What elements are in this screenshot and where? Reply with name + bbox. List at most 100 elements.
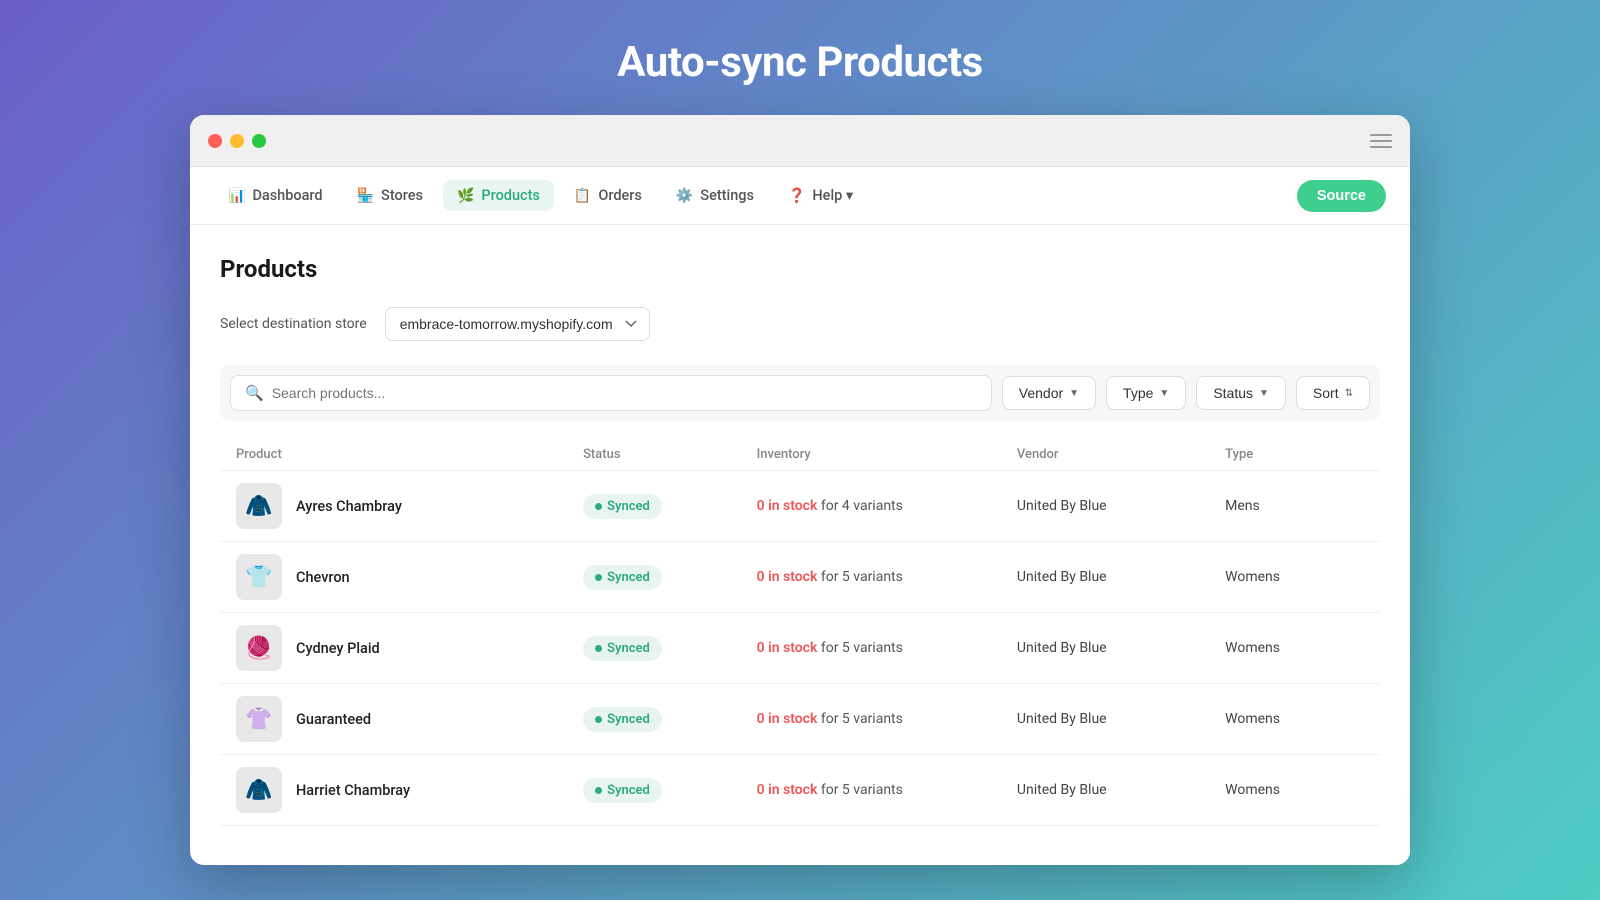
filters-row: 🔍 Vendor ▼ Type ▼ Status ▼ Sort ⇅ — [220, 365, 1380, 421]
nav-settings-label: Settings — [700, 187, 754, 204]
inventory-rest: for 5 variants — [821, 782, 903, 798]
sort-button[interactable]: Sort ⇅ — [1296, 376, 1370, 410]
type-cell: Mens — [1225, 498, 1364, 514]
nav-products[interactable]: 🌿 Products — [443, 180, 554, 211]
product-name: Ayres Chambray — [296, 498, 402, 515]
product-cell: 👕 Chevron — [236, 554, 583, 600]
col-status: Status — [583, 447, 757, 462]
type-cell: Womens — [1225, 711, 1364, 727]
traffic-lights — [208, 134, 266, 148]
status-cell: Synced — [583, 636, 757, 661]
inventory-rest: for 5 variants — [821, 640, 903, 656]
inventory-cell: 0 in stock for 5 variants — [757, 782, 1017, 798]
vendor-cell: United By Blue — [1017, 498, 1225, 514]
sort-label: Sort — [1313, 385, 1339, 401]
nav-orders-label: Orders — [598, 187, 642, 204]
maximize-button[interactable] — [252, 134, 266, 148]
product-cell: 🧥 Harriet Chambray — [236, 767, 583, 813]
vendor-cell: United By Blue — [1017, 782, 1225, 798]
help-icon: ❓ — [788, 188, 805, 204]
status-label: Synced — [607, 499, 650, 514]
nav-stores-label: Stores — [381, 187, 423, 204]
inventory-cell: 0 in stock for 5 variants — [757, 711, 1017, 727]
product-cell: 🧥 Ayres Chambray — [236, 483, 583, 529]
nav-settings[interactable]: ⚙️ Settings — [662, 180, 768, 211]
status-badge: Synced — [583, 565, 662, 590]
menu-icon[interactable] — [1370, 134, 1392, 148]
status-dot-icon — [595, 574, 602, 581]
table-row[interactable]: 👕 Chevron Synced 0 in stock for 5 varian… — [220, 542, 1380, 613]
nav-stores[interactable]: 🏪 Stores — [343, 180, 437, 211]
store-selector: Select destination store embrace-tomorro… — [220, 307, 1380, 341]
product-name: Chevron — [296, 569, 350, 586]
inventory-cell: 0 in stock for 5 variants — [757, 640, 1017, 656]
inventory-cell: 0 in stock for 5 variants — [757, 569, 1017, 585]
inventory-rest: for 5 variants — [821, 569, 903, 585]
col-product: Product — [236, 447, 583, 462]
nav-orders[interactable]: 📋 Orders — [560, 180, 656, 211]
inventory-zero: 0 in stock — [757, 569, 818, 585]
nav-help-label: Help ▾ — [812, 187, 853, 204]
nav-dashboard-label: Dashboard — [252, 187, 322, 204]
type-cell: Womens — [1225, 782, 1364, 798]
status-cell: Synced — [583, 565, 757, 590]
inventory-cell: 0 in stock for 4 variants — [757, 498, 1017, 514]
product-name: Harriet Chambray — [296, 782, 410, 799]
product-cell: 👚 Guaranteed — [236, 696, 583, 742]
type-chevron-icon: ▼ — [1159, 388, 1169, 399]
status-cell: Synced — [583, 494, 757, 519]
close-button[interactable] — [208, 134, 222, 148]
inventory-zero: 0 in stock — [757, 498, 818, 514]
product-thumb: 🧥 — [236, 483, 282, 529]
type-filter-button[interactable]: Type ▼ — [1106, 376, 1186, 410]
status-filter-button[interactable]: Status ▼ — [1196, 376, 1286, 410]
status-dot-icon — [595, 645, 602, 652]
search-input[interactable] — [272, 385, 977, 401]
table-row[interactable]: 👚 Guaranteed Synced 0 in stock for 5 var… — [220, 684, 1380, 755]
nav-products-label: Products — [481, 187, 540, 204]
source-button[interactable]: Source — [1297, 180, 1386, 212]
nav-help[interactable]: ❓ Help ▾ — [774, 180, 867, 211]
status-cell: Synced — [583, 707, 757, 732]
inventory-zero: 0 in stock — [757, 640, 818, 656]
nav-dashboard[interactable]: 📊 Dashboard — [214, 180, 337, 211]
products-icon: 🌿 — [457, 188, 474, 204]
stores-icon: 🏪 — [357, 188, 374, 204]
inventory-zero: 0 in stock — [757, 711, 818, 727]
page-title: Auto-sync Products — [617, 38, 982, 87]
vendor-cell: United By Blue — [1017, 711, 1225, 727]
table-row[interactable]: 🧶 Cydney Plaid Synced 0 in stock for 5 v… — [220, 613, 1380, 684]
vendor-filter-button[interactable]: Vendor ▼ — [1002, 376, 1096, 410]
status-badge: Synced — [583, 494, 662, 519]
minimize-button[interactable] — [230, 134, 244, 148]
status-label: Synced — [607, 570, 650, 585]
col-type: Type — [1225, 447, 1364, 462]
status-badge: Synced — [583, 707, 662, 732]
product-thumb: 👚 — [236, 696, 282, 742]
vendor-cell: United By Blue — [1017, 569, 1225, 585]
product-name: Cydney Plaid — [296, 640, 380, 657]
search-icon: 🔍 — [245, 384, 264, 402]
status-dot-icon — [595, 787, 602, 794]
table-row[interactable]: 🧥 Ayres Chambray Synced 0 in stock for 4… — [220, 471, 1380, 542]
product-thumb: 👕 — [236, 554, 282, 600]
status-label: Synced — [607, 783, 650, 798]
vendor-cell: United By Blue — [1017, 640, 1225, 656]
status-dot-icon — [595, 716, 602, 723]
type-cell: Womens — [1225, 640, 1364, 656]
inventory-rest: for 5 variants — [821, 711, 903, 727]
status-badge: Synced — [583, 778, 662, 803]
status-cell: Synced — [583, 778, 757, 803]
destination-store-select[interactable]: embrace-tomorrow.myshopify.com — [385, 307, 650, 341]
status-label: Synced — [607, 712, 650, 727]
vendor-chevron-icon: ▼ — [1069, 388, 1079, 399]
app-window: 📊 Dashboard 🏪 Stores 🌿 Products 📋 Orders… — [190, 115, 1410, 865]
vendor-filter-label: Vendor — [1019, 385, 1063, 401]
status-label: Synced — [607, 641, 650, 656]
type-filter-label: Type — [1123, 385, 1153, 401]
dashboard-icon: 📊 — [228, 188, 245, 204]
table-header: Product Status Inventory Vendor Type — [220, 439, 1380, 471]
status-chevron-icon: ▼ — [1259, 388, 1269, 399]
product-name: Guaranteed — [296, 711, 371, 728]
table-row[interactable]: 🧥 Harriet Chambray Synced 0 in stock for… — [220, 755, 1380, 826]
